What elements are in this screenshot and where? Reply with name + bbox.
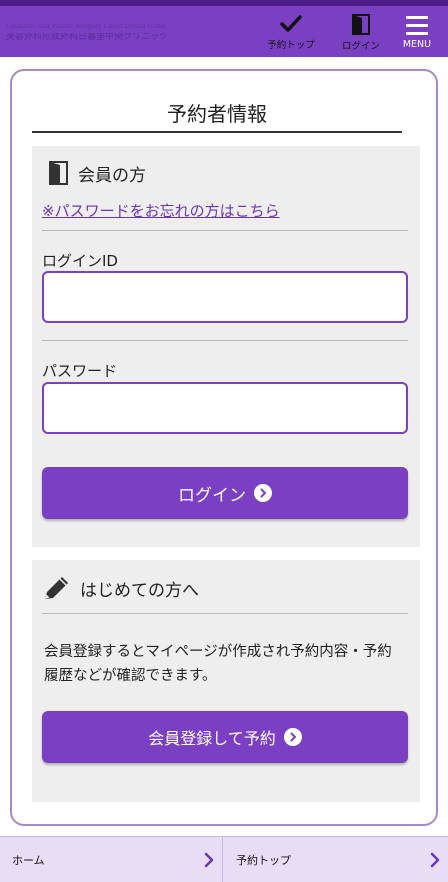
newcomer-heading: はじめての方へ [42, 574, 199, 602]
bottom-nav-top-label: 予約トップ [236, 854, 291, 867]
login-button[interactable]: ログイン [42, 467, 408, 519]
page-title: 予約者情報 [167, 102, 267, 126]
member-heading: 会員の方 [48, 160, 146, 186]
bottom-nav-reservation-top[interactable]: 予約トップ [224, 837, 448, 882]
bottom-nav-home[interactable]: ホーム [0, 837, 223, 882]
newcomer-section: はじめての方へ 会員登録するとマイページが作成され予約内容・予約履歴などが確認で… [32, 560, 420, 802]
register-and-reserve-button[interactable]: 会員登録して予約 [42, 711, 408, 763]
registration-description: 会員登録するとマイページが作成され予約内容・予約履歴などが確認できます。 [44, 644, 392, 684]
chevron-right-icon [430, 852, 440, 868]
reservation-card: 予約者情報 会員の方 ※パスワードをお忘れの方はこちら ログインID パスワード… [10, 69, 438, 826]
forgot-password-link[interactable]: ※パスワードをお忘れの方はこちら [42, 200, 280, 221]
nav-login[interactable]: ログイン [334, 6, 388, 57]
menu-label: MENU [402, 39, 432, 50]
title-divider [32, 131, 402, 133]
nav-login-label: ログイン [341, 41, 380, 52]
site-header: Cosmetic and Plastic Surgery Clinic Dent… [0, 0, 448, 57]
checkmark-icon [280, 15, 302, 32]
login-id-label: ログインID [42, 252, 118, 270]
chevron-right-circle-icon [283, 728, 302, 746]
login-button-label: ログイン [178, 485, 246, 506]
chevron-right-circle-icon [254, 484, 272, 502]
bottom-nav-home-label: ホーム [12, 854, 45, 867]
hamburger-icon [394, 6, 440, 35]
logo-title: 美容外科形成外科日暮里中央クリニック [6, 33, 166, 42]
logo-subtitle: Cosmetic and Plastic Surgery Clinic Dent… [6, 24, 166, 30]
password-label: パスワード [42, 362, 118, 380]
chevron-right-icon [204, 852, 214, 868]
divider [42, 613, 408, 614]
nav-reservation-top-label: 予約トップ [267, 40, 315, 51]
bottom-nav: ホーム 予約トップ [0, 836, 448, 882]
divider [42, 340, 408, 341]
member-section: 会員の方 ※パスワードをお忘れの方はこちら ログインID パスワード ログイン [32, 146, 420, 547]
newcomer-heading-text: はじめての方へ [80, 580, 199, 601]
login-id-input[interactable] [42, 271, 408, 323]
clinic-logo[interactable]: Cosmetic and Plastic Surgery Clinic Dent… [6, 24, 166, 48]
nav-reservation-top[interactable]: 予約トップ [262, 6, 320, 57]
door-icon [352, 14, 370, 35]
password-input[interactable] [42, 382, 408, 434]
divider [42, 230, 408, 231]
menu-button[interactable]: MENU [394, 6, 440, 57]
member-heading-text: 会員の方 [78, 165, 146, 186]
pencil-icon [45, 577, 68, 599]
register-button-label: 会員登録して予約 [148, 729, 276, 748]
door-icon [49, 161, 68, 185]
